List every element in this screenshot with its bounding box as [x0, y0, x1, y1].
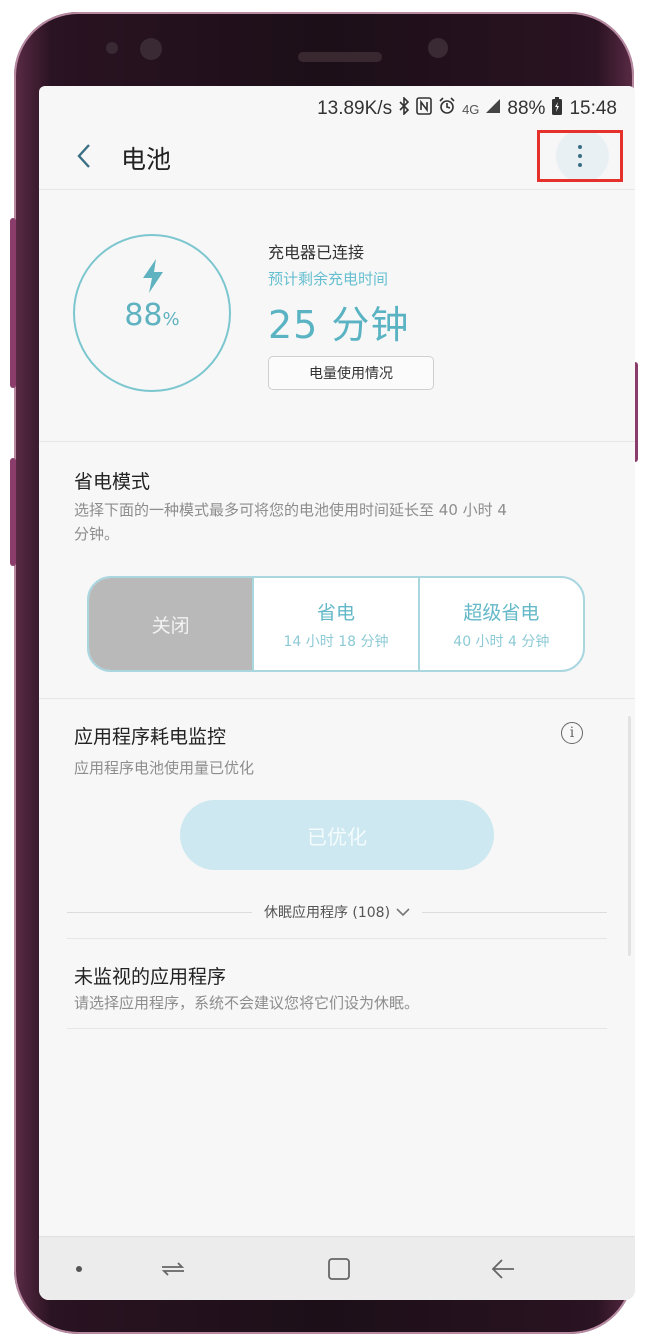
nfc-icon: [416, 97, 432, 121]
charger-status: 充电器已连接: [268, 243, 365, 262]
power-saving-divider: [39, 698, 635, 699]
mode-off[interactable]: 关闭: [89, 578, 253, 670]
status-bar: 13.89K/s 4G 88% 15:48: [317, 94, 617, 124]
screen: 13.89K/s 4G 88% 15:48 电池 88% 充电器已连接 预计剩余…: [39, 86, 635, 1300]
clock: 15:48: [569, 98, 617, 119]
sensor: [106, 42, 118, 54]
sleeping-apps-row: 休眠应用程序 (108): [67, 900, 608, 924]
unmonitored-divider: [67, 1028, 607, 1029]
app-power-monitor-title: 应用程序耗电监控: [74, 726, 227, 748]
power-saving-description: 选择下面的一种模式最多可将您的电池使用时间延长至 40 小时 4 分钟。: [74, 501, 507, 543]
mode-name: 省电: [316, 601, 355, 624]
mode-name: 关闭: [151, 614, 190, 637]
remaining-charge-time: 25 分钟: [268, 303, 410, 347]
lightning-bolt-icon: [143, 259, 163, 293]
home-icon: [328, 1258, 350, 1280]
signal-icon: [485, 98, 501, 120]
optimized-button[interactable]: 已优化: [180, 800, 494, 870]
unmonitored-apps-description: 请选择应用程序，系统不会建议您将它们设为休眠。: [74, 994, 420, 1012]
home-button[interactable]: [315, 1237, 363, 1300]
recent-apps-button[interactable]: [149, 1237, 197, 1300]
back-button[interactable]: [69, 138, 99, 174]
header-divider: [39, 189, 635, 190]
battery-level-ring: 88%: [73, 234, 231, 392]
charge-estimate-label: 预计剩余充电时间: [268, 270, 389, 288]
battery-usage-button[interactable]: 电量使用情况: [268, 356, 434, 390]
page-title: 电池: [121, 145, 172, 174]
more-vertical-icon: [578, 145, 582, 167]
signal-type: 4G: [462, 101, 480, 117]
scrollbar[interactable]: [628, 716, 631, 956]
recent-apps-icon: [161, 1262, 185, 1276]
phone-frame: 13.89K/s 4G 88% 15:48 电池 88% 充电器已连接 预计剩余…: [10, 12, 638, 1334]
back-nav-button[interactable]: [479, 1237, 527, 1300]
alarm-icon: [438, 97, 456, 121]
network-speed: 13.89K/s: [317, 98, 393, 119]
battery-level: 88%: [124, 298, 180, 333]
chevron-down-icon: [396, 908, 410, 917]
navigation-bar: [39, 1236, 635, 1300]
power-saving-title: 省电模式: [74, 471, 151, 493]
power-mode-selector: 关闭 省电 14 小时 18 分钟 超级省电 40 小时 4 分钟: [87, 576, 585, 672]
front-camera: [140, 38, 162, 60]
sleeping-divider: [67, 938, 607, 939]
dot-icon: [76, 1266, 82, 1272]
nav-dot: [69, 1237, 89, 1300]
battery-charging-icon: [551, 96, 563, 122]
sleeping-apps-toggle[interactable]: 休眠应用程序 (108): [252, 902, 422, 922]
sleeping-apps-label: 休眠应用程序 (108): [263, 905, 391, 921]
mode-power-saving[interactable]: 省电 14 小时 18 分钟: [252, 578, 417, 670]
app-power-monitor-description: 应用程序电池使用量已优化: [74, 759, 255, 777]
mode-ultra-power-saving[interactable]: 超级省电 40 小时 4 分钟: [417, 578, 583, 670]
chevron-left-icon: [77, 144, 90, 168]
volume-button: [10, 458, 16, 566]
app-header: 电池: [39, 126, 635, 188]
battery-percent: 88%: [507, 98, 546, 119]
mode-time: 14 小时 18 分钟: [283, 633, 389, 650]
battery-divider: [39, 441, 635, 442]
more-options-button[interactable]: [537, 130, 623, 182]
earpiece-speaker: [298, 52, 382, 62]
mode-time: 40 小时 4 分钟: [453, 633, 550, 650]
mode-name: 超级省电: [463, 601, 540, 624]
unmonitored-apps-title: 未监视的应用程序: [74, 966, 227, 988]
bixby-button: [10, 218, 16, 388]
back-arrow-icon: [491, 1259, 514, 1279]
iris-sensor: [428, 38, 448, 58]
bluetooth-icon: [398, 96, 410, 121]
info-icon[interactable]: i: [561, 722, 583, 744]
